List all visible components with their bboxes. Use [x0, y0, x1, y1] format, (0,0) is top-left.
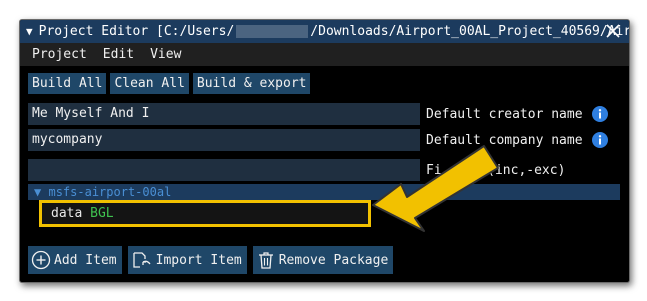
add-item-label: Add Item [54, 252, 117, 268]
creator-name-label: Default creator name [426, 106, 583, 122]
menu-bar: Project Edit View [20, 43, 629, 66]
menu-edit[interactable]: Edit [94, 47, 141, 62]
filter-label: Fi er (inc,-exc) [426, 163, 565, 178]
import-icon [132, 252, 151, 268]
import-item-button[interactable]: Import Item [127, 246, 247, 274]
expand-arrow-icon[interactable]: ▼ [34, 185, 41, 199]
asset-item[interactable]: data BGL [39, 200, 371, 227]
company-row: mycompany Default company name [28, 129, 608, 151]
remove-package-label: Remove Package [278, 252, 389, 268]
info-icon[interactable] [591, 132, 608, 148]
remove-package-button[interactable]: Remove Package [252, 246, 394, 274]
import-item-label: Import Item [155, 252, 242, 268]
filter-field[interactable] [28, 159, 420, 181]
build-export-button[interactable]: Build & export [192, 73, 311, 94]
title-path-start: Project Editor [C:/Users/ [38, 24, 235, 39]
title-bar[interactable]: ▼ Project Editor [C:/Users/ /Downloads/Ai… [20, 20, 629, 43]
menu-view[interactable]: View [141, 47, 188, 62]
package-tree-node[interactable]: ▼ msfs-airport-00al [28, 184, 620, 200]
company-name-field[interactable]: mycompany [28, 129, 420, 151]
filter-label-end: er (inc,-exc) [463, 162, 566, 178]
creator-row: Me Myself And I Default creator name [28, 103, 608, 125]
add-item-button[interactable]: Add Item [28, 246, 122, 274]
filter-label-start: Fi [426, 162, 442, 178]
add-circle-icon [31, 250, 51, 270]
window-title: Project Editor [C:/Users/ /Downloads/Airp… [38, 24, 630, 39]
trash-icon [258, 252, 273, 269]
clean-all-button[interactable]: Clean All [110, 73, 189, 94]
redacted-username [236, 25, 309, 38]
menu-project[interactable]: Project [20, 47, 94, 62]
info-icon[interactable] [591, 106, 608, 122]
close-icon[interactable] [603, 21, 623, 41]
collapse-arrow-icon[interactable]: ▼ [26, 25, 33, 38]
project-editor-window: ▼ Project Editor [C:/Users/ /Downloads/Ai… [19, 19, 630, 283]
asset-item-type: BGL [90, 206, 114, 221]
filter-row: Fi er (inc,-exc) [28, 159, 565, 181]
creator-name-field[interactable]: Me Myself And I [28, 103, 420, 125]
title-path-end: /Downloads/Airport_00AL_Project_40569/Ai… [310, 24, 630, 39]
toolbar: Build All Clean All Build & export [28, 73, 311, 94]
build-all-button[interactable]: Build All [28, 73, 107, 94]
package-name: msfs-airport-00al [48, 185, 172, 199]
asset-item-name: data [51, 206, 83, 221]
bottom-actions: Add Item Import Item Remove Package [28, 246, 394, 274]
company-name-label: Default company name [426, 132, 583, 148]
